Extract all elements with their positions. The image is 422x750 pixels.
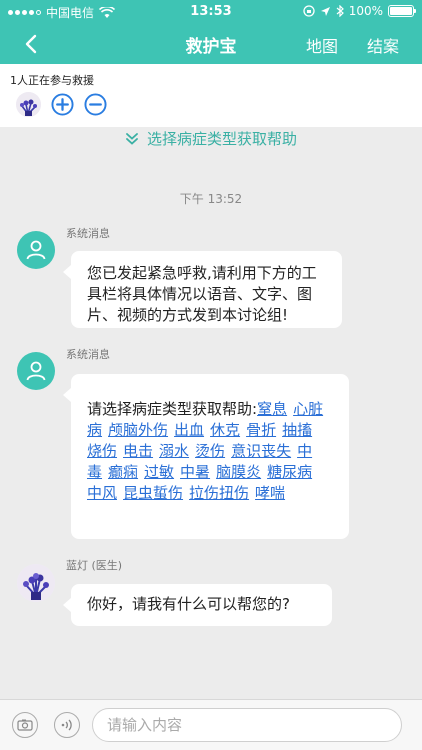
symptom-link[interactable]: 抽搐	[282, 421, 312, 439]
double-chevron-down-icon	[126, 132, 138, 145]
symptom-link[interactable]: 电击	[123, 442, 153, 460]
remove-participant-icon[interactable]	[84, 93, 107, 116]
chat-timestamp: 下午 13:52	[179, 192, 243, 206]
symptom-link[interactable]: 糖尿病	[267, 463, 312, 481]
page-title: 救护宝	[185, 37, 237, 57]
symptom-link[interactable]: 过敏	[144, 463, 174, 481]
symptom-link[interactable]: 颅脑外伤	[108, 421, 168, 439]
symptom-link[interactable]: 脑膜炎	[216, 463, 261, 481]
select-symptom-help-link[interactable]: 选择病症类型获取帮助	[0, 128, 422, 149]
nav-bar: 救护宝 地图 结案	[0, 24, 422, 64]
message-bubble: 请选择病症类型获取帮助:窒息 心脏病 颅脑外伤 出血 休克 骨折 抽搐烧伤 电击 溺水 烫伤 意识丧…	[63, 374, 349, 539]
symptom-link[interactable]: 休克	[210, 421, 240, 439]
input-toolbar	[0, 699, 422, 750]
message-sender: 系统消息	[66, 227, 110, 240]
symptom-link[interactable]: 中暑	[180, 463, 210, 481]
symptom-link[interactable]: 烧伤	[87, 442, 117, 460]
message-prefix: 请选择病症类型获取帮助:	[87, 400, 258, 418]
camera-icon[interactable]	[12, 712, 38, 738]
close-case-button[interactable]: 结案	[367, 33, 399, 57]
voice-icon[interactable]	[54, 712, 80, 738]
message-sender: 系统消息	[66, 348, 110, 361]
battery-percent: 100%	[348, 4, 383, 18]
help-link-label: 选择病症类型获取帮助	[146, 130, 297, 148]
add-participant-icon[interactable]	[51, 93, 74, 116]
system-avatar-icon	[17, 231, 55, 269]
system-avatar-icon	[17, 352, 55, 390]
symptom-link[interactable]: 出血	[174, 421, 204, 439]
orientation-lock-icon	[303, 5, 315, 17]
symptom-link[interactable]: 昆虫蜇伤	[123, 484, 183, 502]
location-icon	[320, 6, 330, 16]
status-bar: 中国电信 13:53 100%	[0, 0, 422, 24]
symptom-link[interactable]: 烫伤	[195, 442, 225, 460]
message-input[interactable]	[92, 708, 402, 742]
symptom-link[interactable]: 拉伤扭伤	[189, 484, 249, 502]
doctor-avatar[interactable]	[17, 564, 55, 602]
message-sender: 蓝灯 (医生)	[66, 559, 123, 572]
message-bubble: 您已发起紧急呼救,请利用下方的工具栏将具体情况以语音、文字、图片、视频的方式发到…	[63, 251, 342, 328]
symptom-link[interactable]: 癫痫	[108, 463, 138, 481]
symptom-link[interactable]: 窒息	[257, 400, 287, 418]
symptom-link[interactable]: 哮喘	[255, 484, 285, 502]
bluetooth-icon	[336, 5, 344, 17]
symptom-link[interactable]: 骨折	[246, 421, 276, 439]
message-bubble: 你好，请我有什么可以帮您的?	[63, 584, 332, 626]
map-button[interactable]: 地图	[306, 33, 338, 57]
symptom-link[interactable]: 中风	[87, 484, 117, 502]
participant-count: 1人正在参与救援	[10, 74, 94, 87]
participants-panel: 1人正在参与救援	[0, 64, 422, 127]
participant-avatar[interactable]	[16, 92, 41, 117]
symptom-link[interactable]: 意识丧失	[231, 442, 291, 460]
symptom-link[interactable]: 溺水	[159, 442, 189, 460]
battery-icon	[388, 5, 416, 17]
